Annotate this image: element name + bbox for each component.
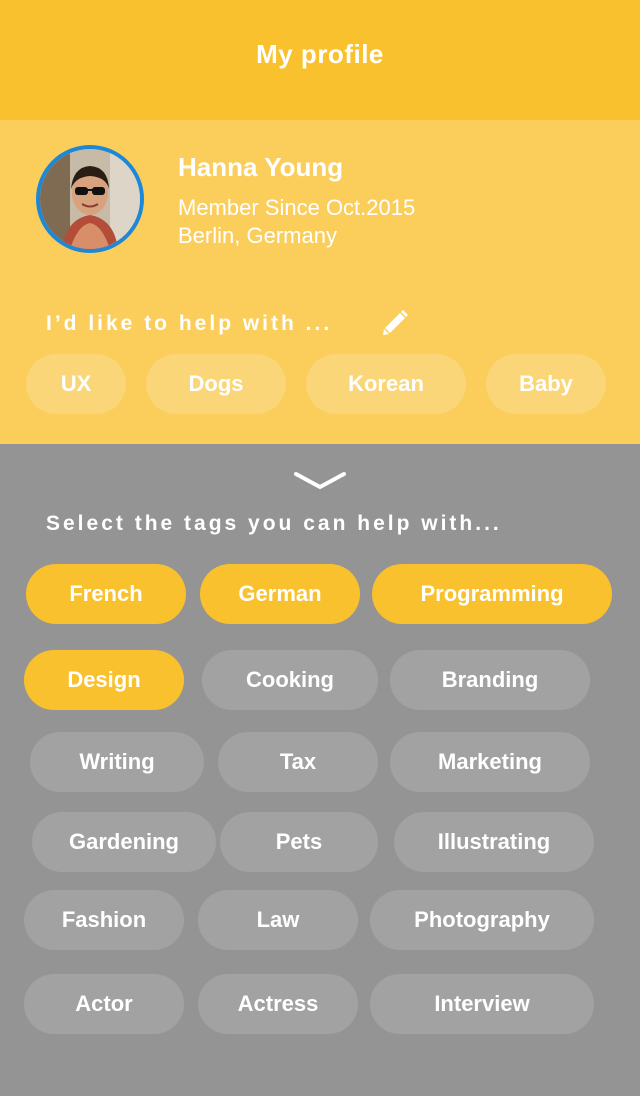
tag-law[interactable]: Law — [198, 890, 358, 950]
tag-marketing[interactable]: Marketing — [390, 732, 590, 792]
tag-writing[interactable]: Writing — [30, 732, 204, 792]
my-tag-baby[interactable]: Baby — [486, 354, 606, 414]
help-with-label: I’d like to help with ... — [46, 312, 333, 335]
tag-actor[interactable]: Actor — [24, 974, 184, 1034]
tag-branding[interactable]: Branding — [390, 650, 590, 710]
my-tag-ux[interactable]: UX — [26, 354, 126, 414]
tag-actress[interactable]: Actress — [198, 974, 358, 1034]
tag-french[interactable]: French — [26, 564, 186, 624]
profile-card: Hanna Young Member Since Oct.2015 Berlin… — [0, 120, 640, 444]
location: Berlin, Germany — [178, 223, 337, 248]
page-title: My profile — [256, 38, 384, 69]
tag-german[interactable]: German — [200, 564, 360, 624]
my-tag-korean[interactable]: Korean — [306, 354, 466, 414]
member-since: Member Since Oct.2015 — [178, 195, 416, 220]
my-tag-dogs[interactable]: Dogs — [146, 354, 286, 414]
tag-fashion[interactable]: Fashion — [24, 890, 184, 950]
pencil-icon[interactable] — [380, 306, 410, 336]
tag-tax[interactable]: Tax — [218, 732, 378, 792]
tag-interview[interactable]: Interview — [370, 974, 594, 1034]
profile-name: Hanna Young — [178, 152, 344, 182]
tag-photography[interactable]: Photography — [370, 890, 594, 950]
chevron-down-icon[interactable] — [294, 470, 346, 492]
tag-illustrating[interactable]: Illustrating — [394, 812, 594, 872]
avatar-photo — [40, 149, 140, 249]
tag-cooking[interactable]: Cooking — [202, 650, 378, 710]
tag-gardening[interactable]: Gardening — [32, 812, 216, 872]
select-tags-label: Select the tags you can help with... — [46, 512, 502, 535]
avatar[interactable] — [36, 145, 144, 253]
header-bar: My profile — [0, 0, 640, 120]
tag-design[interactable]: Design — [24, 650, 184, 710]
tag-programming[interactable]: Programming — [372, 564, 612, 624]
tag-pets[interactable]: Pets — [220, 812, 378, 872]
